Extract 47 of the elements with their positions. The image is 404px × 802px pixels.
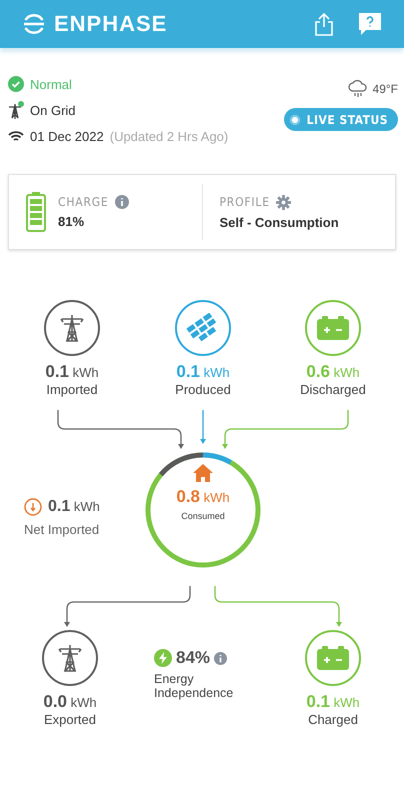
- update-date: 01 Dec 2022: [30, 128, 104, 144]
- consumed-label: Consumed: [181, 511, 225, 521]
- profile-value: Self - Consumption: [220, 214, 339, 230]
- help-button[interactable]: [358, 12, 382, 36]
- energy-label: Produced: [175, 382, 231, 397]
- battery-level-icon: [26, 192, 46, 232]
- wifi-icon: [8, 130, 24, 142]
- grid-tower-icon: [8, 101, 24, 119]
- check-circle-icon: [8, 76, 24, 92]
- energy-value: 0.1 kWh: [176, 362, 230, 382]
- independence-label: Energy Independence: [154, 672, 234, 700]
- net-label: Net Imported: [24, 522, 100, 537]
- status-text: On Grid: [30, 102, 76, 118]
- info-icon[interactable]: [114, 195, 129, 209]
- share-button[interactable]: [314, 12, 334, 36]
- battery-icon: [317, 646, 349, 670]
- power-tower-icon: [57, 644, 83, 672]
- temperature: 49°F: [372, 82, 398, 96]
- logo-icon: [22, 12, 46, 36]
- net-value: 0.1 kWh: [48, 498, 100, 516]
- energy-value: 0.6 kWh: [306, 362, 360, 382]
- status-text: Normal: [30, 76, 72, 92]
- power-tower-icon: [59, 314, 85, 342]
- energy-label: Charged: [308, 712, 358, 727]
- energy-value: 0.0 kWh: [43, 692, 97, 712]
- live-status-button[interactable]: LIVE STATUS: [284, 108, 398, 131]
- battery-icon: [317, 316, 349, 340]
- rain-cloud-icon: [348, 80, 368, 98]
- consumed-value: 0.8 kWh: [176, 487, 230, 507]
- energy-label: Imported: [46, 382, 98, 397]
- charge-label: CHARGE: [58, 195, 109, 209]
- charge-value: 81%: [58, 214, 86, 229]
- energy-value: 0.1 kWh: [45, 362, 99, 382]
- profile-label: PROFILE: [220, 195, 270, 209]
- settings-icon[interactable]: [276, 194, 291, 210]
- bolt-icon: [154, 649, 172, 667]
- flow-arrow: [200, 410, 206, 444]
- energy-value: 0.1 kWh: [306, 692, 360, 712]
- brand-name: ENPHASE: [54, 11, 168, 37]
- house-icon: [192, 463, 214, 483]
- independence-value: 84%: [176, 648, 210, 668]
- share-icon: [314, 12, 334, 36]
- info-icon[interactable]: [214, 652, 228, 664]
- energy-label: Exported: [44, 712, 96, 727]
- update-note: (Updated 2 Hrs Ago): [110, 128, 228, 144]
- help-icon: [358, 12, 382, 36]
- energy-label: Discharged: [300, 382, 366, 397]
